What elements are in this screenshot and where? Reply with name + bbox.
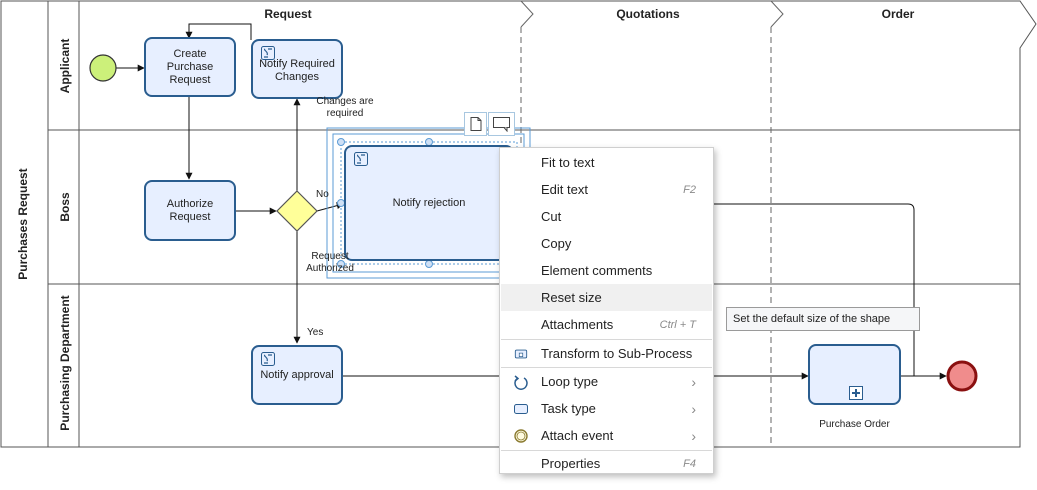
- chevron-right-icon: ›: [691, 427, 696, 444]
- script-icon: [261, 352, 275, 366]
- flow-label-yes: Yes: [307, 327, 324, 338]
- loop-icon: [513, 374, 529, 390]
- comment-icon: [493, 117, 510, 132]
- lane-label-purchasing: Purchasing Department: [58, 295, 72, 431]
- task-label: Create Purchase Request: [166, 47, 214, 86]
- menu-item-label: Copy: [541, 236, 572, 251]
- menu-item-label: Properties: [541, 456, 601, 471]
- stage-request: Request: [264, 7, 312, 21]
- menu-item-attach-event[interactable]: Attach event ›: [501, 422, 712, 449]
- menu-item-label: Attachments: [541, 317, 614, 332]
- menu-item-copy[interactable]: Copy: [501, 230, 712, 257]
- menu-item-label: Transform to Sub-Process: [541, 346, 693, 361]
- task-notify-rejection[interactable]: Notify rejection: [344, 145, 514, 261]
- menu-item-label: Fit to text: [541, 155, 595, 170]
- menu-item-transform-subprocess[interactable]: Transform to Sub-Process: [501, 340, 712, 367]
- script-icon: [354, 152, 368, 166]
- subprocess-icon: [513, 346, 529, 362]
- stage-order: Order: [881, 7, 915, 21]
- task-notify-approval[interactable]: Notify approval: [251, 345, 343, 405]
- lane-label-boss: Boss: [58, 192, 72, 222]
- menu-item-loop-type[interactable]: Loop type ›: [501, 368, 712, 395]
- menu-item-label: Reset size: [541, 290, 602, 305]
- lane-label-applicant: Applicant: [58, 38, 72, 94]
- menu-item-label: Edit text: [541, 182, 588, 197]
- menu-item-attachments[interactable]: Attachments Ctrl + T: [501, 311, 712, 338]
- tooltip: Set the default size of the shape: [726, 307, 920, 331]
- expand-subprocess-icon[interactable]: [849, 386, 863, 400]
- menu-item-edit-text[interactable]: Edit text F2: [501, 176, 712, 203]
- menu-item-label: Element comments: [541, 263, 653, 278]
- menu-item-shortcut: Ctrl + T: [659, 318, 696, 331]
- resize-handle[interactable]: [425, 260, 433, 268]
- stage-quotations: Quotations: [616, 7, 680, 21]
- resize-handle[interactable]: [337, 138, 345, 146]
- menu-item-label: Loop type: [541, 374, 599, 389]
- flow-label-request-authorized: Request Authorized: [306, 251, 354, 274]
- task-label: Authorize Request: [166, 197, 214, 223]
- mini-toolbar-new-shape[interactable]: [464, 112, 487, 136]
- context-menu: Fit to text Edit text F2 Cut Copy Elemen…: [499, 147, 714, 474]
- menu-item-shortcut: F4: [683, 457, 696, 470]
- task-authorize-request[interactable]: Authorize Request: [144, 180, 236, 241]
- task-label: Notify Required Changes: [259, 58, 335, 83]
- script-icon: [261, 46, 275, 60]
- task-create-purchase-request[interactable]: Create Purchase Request: [144, 37, 236, 97]
- subprocess-purchase-order[interactable]: [808, 344, 901, 405]
- menu-item-label: Attach event: [541, 428, 614, 443]
- menu-item-element-comments[interactable]: Element comments: [501, 257, 712, 284]
- subprocess-label: Purchase Order: [819, 419, 890, 430]
- menu-item-task-type[interactable]: Task type ›: [501, 395, 712, 422]
- task-type-icon: [513, 401, 529, 417]
- end-event[interactable]: [946, 360, 978, 392]
- menu-item-shortcut: F2: [683, 183, 696, 196]
- document-icon: [470, 117, 482, 131]
- task-label: Notify approval: [260, 368, 334, 381]
- menu-item-cut[interactable]: Cut: [501, 203, 712, 230]
- task-notify-required-changes[interactable]: Notify Required Changes: [251, 39, 343, 99]
- exclusive-gateway[interactable]: [276, 190, 318, 232]
- mini-toolbar-comment[interactable]: [488, 112, 515, 136]
- flow-label-no: No: [316, 189, 329, 200]
- menu-item-label: Task type: [541, 401, 596, 416]
- start-event[interactable]: [89, 54, 117, 82]
- chevron-right-icon: ›: [691, 373, 696, 390]
- flow-label-changes-required: Changes are required: [316, 96, 374, 119]
- menu-item-label: Cut: [541, 209, 562, 224]
- event-icon: [513, 428, 529, 444]
- menu-item-properties[interactable]: Properties F4: [501, 450, 712, 477]
- menu-item-reset-size[interactable]: Reset size: [501, 284, 712, 311]
- chevron-right-icon: ›: [691, 400, 696, 417]
- pool-title: Purchases Request: [16, 168, 30, 280]
- task-label: Notify rejection: [392, 196, 466, 209]
- menu-item-fit-to-text[interactable]: Fit to text: [501, 149, 712, 176]
